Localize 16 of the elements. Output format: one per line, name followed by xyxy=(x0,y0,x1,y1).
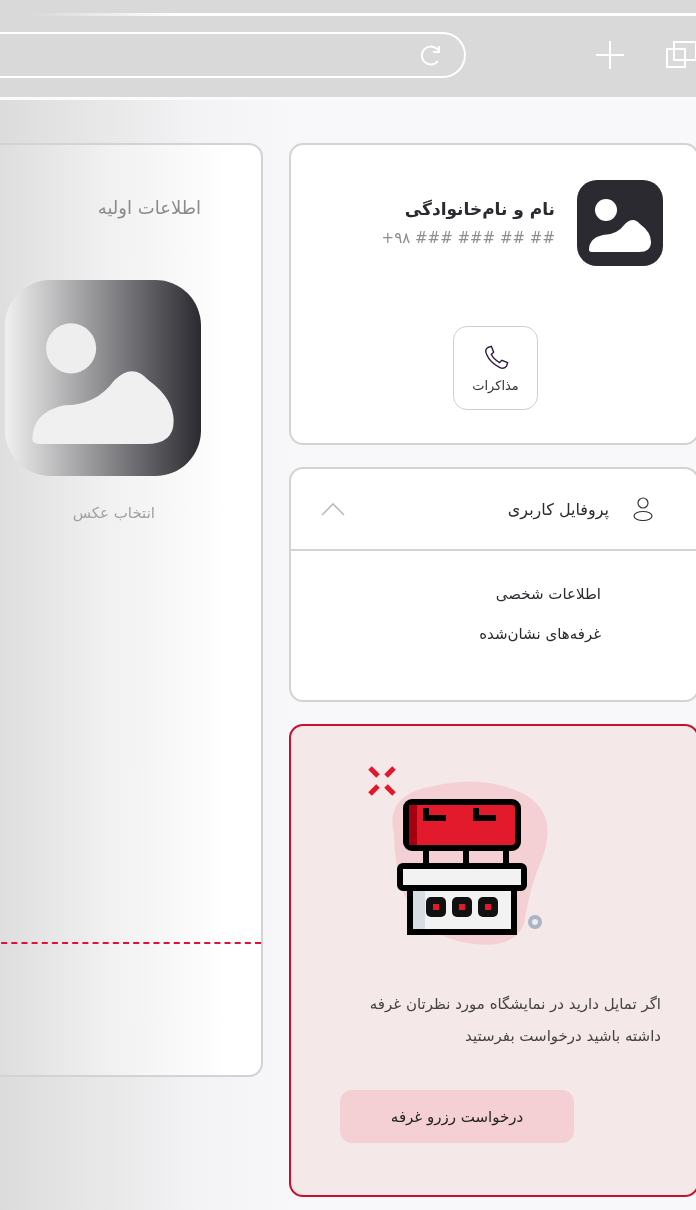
menu-item[interactable]: غرفه‌های نشان‌شده xyxy=(479,625,601,643)
section-title: اطلاعات اولیه xyxy=(97,197,201,218)
booth-request-button[interactable]: درخواست رزرو غرفه xyxy=(340,1090,574,1143)
image-icon xyxy=(577,180,663,266)
image-icon xyxy=(5,280,201,476)
user-icon xyxy=(633,497,653,521)
profile-menu-header[interactable]: پروفایل کاربری xyxy=(291,469,696,551)
phone-number: +۹۸ ### ### ## ## xyxy=(381,229,555,247)
contact-name: نام و نام‌خانوادگی xyxy=(404,199,555,219)
menu-item[interactable]: اطلاعات شخصی xyxy=(495,585,601,603)
tabs-icon[interactable] xyxy=(666,40,696,70)
address-field[interactable] xyxy=(0,32,466,78)
plus-icon[interactable] xyxy=(596,41,624,69)
chevron-up-icon xyxy=(321,502,345,516)
promo-text: اگر تمایل دارید در نمایشگاه مورد نظرتان غرفه داشته باشید درخواست بفرستید xyxy=(368,994,661,1047)
negotiations-button[interactable]: مذاکرات xyxy=(453,326,538,410)
